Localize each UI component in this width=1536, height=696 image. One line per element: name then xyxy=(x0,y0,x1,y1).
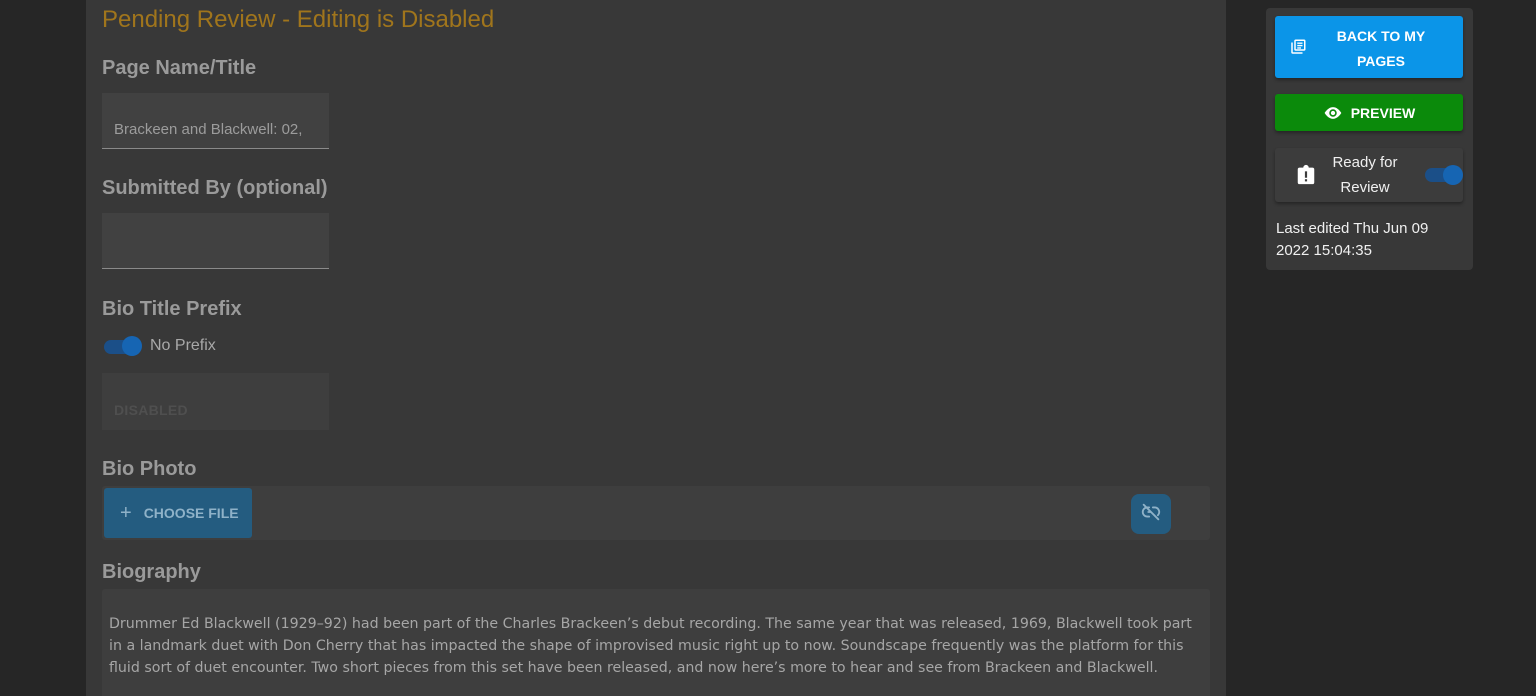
eye-icon xyxy=(1323,103,1343,123)
plus-icon: + xyxy=(120,502,132,524)
ready-for-review-toggle[interactable] xyxy=(1425,164,1463,186)
back-to-my-pages-button[interactable]: BACK TO MY PAGES xyxy=(1275,16,1463,78)
editor-panel: Pending Review - Editing is Disabled Pag… xyxy=(86,0,1226,696)
last-edited-timestamp: Last edited Thu Jun 09 2022 15:04:35 xyxy=(1276,220,1429,259)
no-prefix-toggle[interactable] xyxy=(102,336,142,356)
page-name-input[interactable]: Brackeen and Blackwell: 02, xyxy=(102,93,329,149)
ready-for-review-label: Ready for Review xyxy=(1332,154,1398,196)
actions-panel: BACK TO MY PAGES PREVIEW Ready for Revie… xyxy=(1266,8,1473,270)
biography-textarea[interactable]: Drummer Ed Blackwell (1929–92) had been … xyxy=(102,589,1210,696)
choose-file-label: CHOOSE FILE xyxy=(143,505,239,521)
biography-label: Biography xyxy=(102,561,201,583)
back-to-my-pages-label: BACK TO MY PAGES xyxy=(1336,28,1426,69)
unlink-button[interactable] xyxy=(1131,494,1171,534)
bio-photo-label: Bio Photo xyxy=(102,458,197,480)
bio-photo-row: + CHOOSE FILE xyxy=(102,486,1210,540)
pages-icon xyxy=(1289,38,1307,59)
bio-title-prefix-label: Bio Title Prefix xyxy=(102,298,242,320)
submitted-by-label: Submitted By (optional) xyxy=(102,177,328,199)
no-prefix-label: No Prefix xyxy=(150,337,216,354)
toggle-knob xyxy=(122,336,142,356)
preview-button[interactable]: PREVIEW xyxy=(1275,94,1463,131)
ready-for-review-card: Ready for Review xyxy=(1275,148,1463,202)
choose-file-button[interactable]: + CHOOSE FILE xyxy=(104,488,252,538)
preview-label: PREVIEW xyxy=(1350,104,1416,121)
link-off-icon xyxy=(1140,501,1162,528)
toggle-knob xyxy=(1443,165,1463,185)
status-heading: Pending Review - Editing is Disabled xyxy=(102,6,495,33)
page-name-label: Page Name/Title xyxy=(102,57,257,79)
submitted-by-input[interactable] xyxy=(102,213,329,269)
clipboard-alert-icon xyxy=(1295,163,1317,191)
prefix-field-disabled: DISABLED xyxy=(102,373,329,430)
